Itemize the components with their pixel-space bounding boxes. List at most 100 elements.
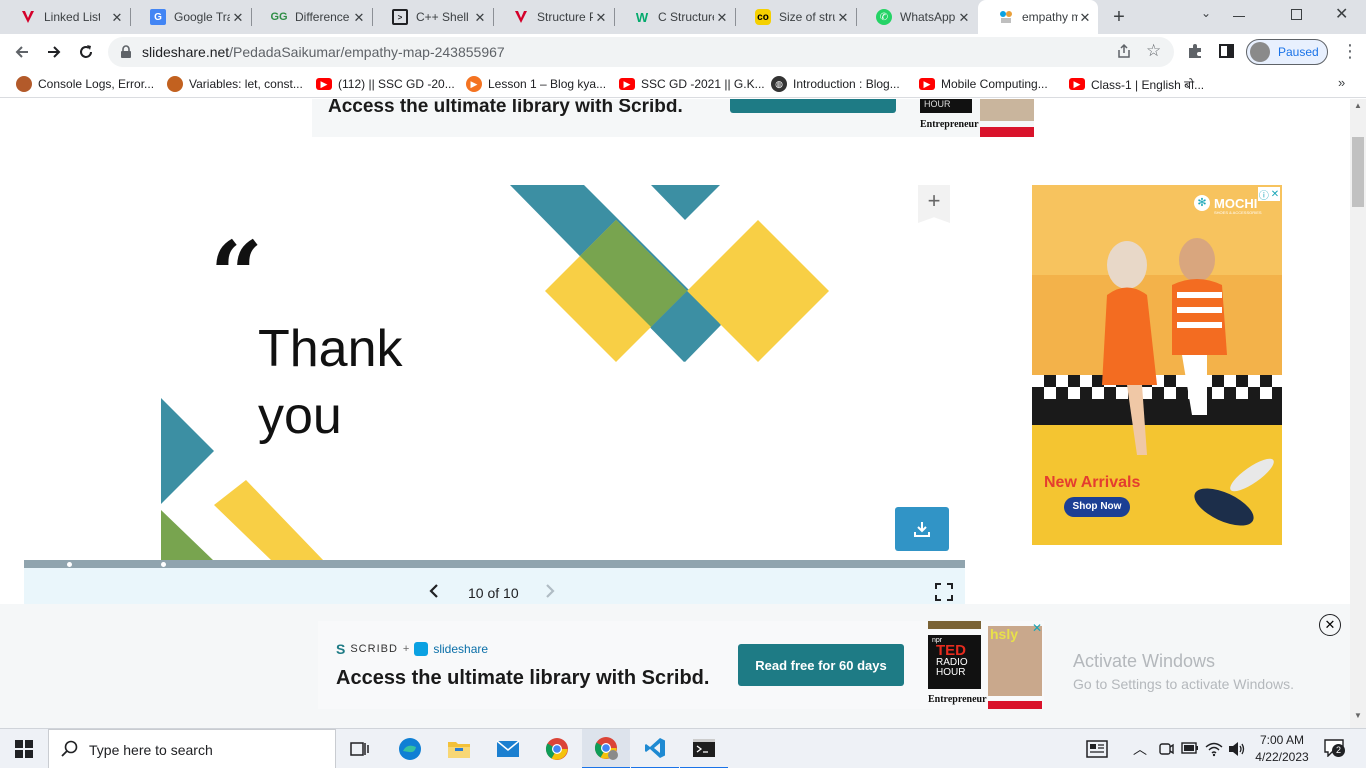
extensions-puzzle-icon[interactable] <box>1186 42 1204 65</box>
close-icon[interactable]: ✕ <box>594 10 608 26</box>
minimize-icon[interactable] <box>1233 16 1245 17</box>
bookmark-item[interactable]: Console Logs, Error... <box>16 70 154 98</box>
forward-arrow-icon[interactable] <box>40 38 68 66</box>
share-icon[interactable] <box>1116 43 1132 64</box>
next-slide-chevron-icon[interactable] <box>544 583 556 604</box>
tab-linked-list[interactable]: Linked List ✕ <box>0 0 131 34</box>
ad-shop-now-button[interactable]: Shop Now <box>1064 497 1130 517</box>
bookmark-item[interactable]: ◍ Introduction : Blog... <box>771 70 900 98</box>
chrome-profile-active-icon[interactable] <box>582 729 630 768</box>
ad-close-icon[interactable]: ✕ <box>1271 189 1279 200</box>
news-widget-icon[interactable] <box>1086 740 1108 763</box>
mochi-ad[interactable]: ✻ MOCHI SHOES & ACCESSORIES ⓘ ✕ New Arriv… <box>1032 185 1282 545</box>
new-tab-button[interactable]: + <box>1108 6 1130 28</box>
lock-icon[interactable] <box>120 45 132 64</box>
side-panel-icon[interactable] <box>1219 44 1234 58</box>
scroll-up-icon[interactable]: ▲ <box>1354 101 1362 110</box>
restore-icon[interactable] <box>1291 9 1302 20</box>
mail-icon[interactable] <box>484 729 532 768</box>
close-icon[interactable]: ✕ <box>231 10 245 26</box>
bookmarks-bar: Console Logs, Error... Variables: let, c… <box>0 70 1366 98</box>
tab-title: C++ Shell <box>416 10 469 24</box>
battery-icon[interactable] <box>1181 741 1199 760</box>
bookmark-star-icon[interactable]: ☆ <box>1146 41 1161 61</box>
read-free-button[interactable]: Read free for 60 days <box>738 644 904 686</box>
entrepreneur-cover: Entrepreneur <box>920 119 979 130</box>
tab-empathy-map[interactable]: empathy m ✕ <box>978 0 1098 34</box>
windows-start-icon[interactable] <box>0 729 48 768</box>
download-button[interactable] <box>895 507 949 551</box>
meet-now-icon[interactable] <box>1158 741 1174 762</box>
tab-search-chevron-icon[interactable]: ⌄ <box>1196 6 1216 26</box>
vscode-icon[interactable] <box>631 729 679 768</box>
youtube-icon: ▶ <box>316 78 332 90</box>
taskbar-search-box[interactable]: Type here to search <box>48 729 336 768</box>
slide-text-line1: Thank <box>258 320 403 378</box>
close-icon[interactable]: ✕ <box>1078 10 1092 26</box>
profile-button[interactable]: Paused <box>1246 39 1328 65</box>
close-icon[interactable]: ✕ <box>957 10 971 26</box>
scrollbar-thumb[interactable] <box>1352 137 1364 207</box>
tab-cpp-shell[interactable]: > C++ Shell ✕ <box>372 0 494 34</box>
tab-difference[interactable]: GG Difference ✕ <box>251 0 373 34</box>
bookmark-item[interactable]: ▶ (112) || SSC GD -20... <box>316 70 455 98</box>
tab-size-of-struct[interactable]: co Size of stru ✕ <box>735 0 857 34</box>
ad-info-icon[interactable]: ⓘ <box>1259 187 1269 202</box>
magazine-cover-red <box>980 127 1034 137</box>
tab-c-structure[interactable]: W C Structure ✕ <box>614 0 736 34</box>
youtube-icon: ▶ <box>919 78 935 90</box>
slide-text-line2: you <box>258 387 342 445</box>
scroll-down-icon[interactable]: ▼ <box>1354 711 1362 720</box>
sticky-close-icon[interactable]: ✕ <box>1319 614 1341 636</box>
bookmark-item[interactable]: ▶ Mobile Computing... <box>919 70 1048 98</box>
page-content: Access the ultimate library with Scribd.… <box>0 99 1350 728</box>
terminal-app-icon[interactable] <box>680 729 728 768</box>
bookmark-item[interactable]: Variables: let, const... <box>167 70 303 98</box>
whatsapp-icon: ✆ <box>876 9 892 25</box>
tab-structure[interactable]: Structure P ✕ <box>493 0 615 34</box>
banner-cta-button[interactable] <box>730 99 896 113</box>
file-explorer-icon[interactable] <box>435 729 483 768</box>
reload-icon[interactable] <box>72 38 100 66</box>
bookmark-item[interactable]: ▶ SSC GD -2021 || G.K... <box>619 70 765 98</box>
kebab-menu-icon[interactable]: ⋮ <box>1341 42 1359 60</box>
notification-badge: 2 <box>1332 744 1345 757</box>
profile-status: Paused <box>1278 45 1319 59</box>
task-view-icon[interactable] <box>336 729 384 768</box>
bookmark-item[interactable]: ▶ Lesson 1 – Blog kya... <box>466 70 606 98</box>
taskbar-clock[interactable]: 7:00 AM 4/22/2023 <box>1252 732 1312 766</box>
volume-icon[interactable] <box>1228 741 1246 762</box>
banner-close-icon[interactable]: ✕ <box>1032 621 1042 635</box>
url-text[interactable]: slideshare.net/PedadaSaikumar/empathy-ma… <box>142 44 505 60</box>
tray-chevron-up-icon[interactable]: ︿ <box>1133 739 1147 759</box>
tab-whatsapp[interactable]: ✆ WhatsApp ✕ <box>856 0 977 34</box>
ad-choices[interactable]: ⓘ ✕ <box>1258 187 1280 202</box>
close-icon[interactable]: ✕ <box>352 10 366 26</box>
back-arrow-icon[interactable] <box>8 38 36 66</box>
ad-brand: MOCHI <box>1214 196 1258 211</box>
magazine-cover-red <box>988 701 1042 709</box>
chrome-icon[interactable] <box>533 729 581 768</box>
bookmark-item[interactable]: ▶ Class-1 | English बो... <box>1069 70 1204 98</box>
page-scrollbar[interactable]: ▲ ▼ <box>1350 99 1366 728</box>
close-icon[interactable]: ✕ <box>836 10 850 26</box>
prev-slide-chevron-icon[interactable] <box>428 583 440 604</box>
bottom-scribd-banner[interactable]: S SCRIBD + slideshare Access the ultimat… <box>318 621 1044 709</box>
close-icon[interactable]: ✕ <box>715 10 729 26</box>
edge-icon[interactable] <box>386 729 434 768</box>
address-bar[interactable]: slideshare.net/PedadaSaikumar/empathy-ma… <box>108 37 1174 67</box>
tab-title: WhatsApp <box>900 10 956 24</box>
close-icon[interactable]: ✕ <box>110 10 124 26</box>
slide-progress-bar[interactable] <box>24 560 965 568</box>
tab-google-translate[interactable]: G Google Translate ✕ <box>130 0 252 34</box>
bookmarks-overflow-chevron-icon[interactable]: » <box>1338 75 1345 90</box>
window-close-icon[interactable]: ✕ <box>1335 4 1348 24</box>
ted-label: TED <box>936 642 966 659</box>
fullscreen-icon[interactable] <box>935 583 953 606</box>
wifi-icon[interactable] <box>1205 741 1223 762</box>
search-placeholder: Type here to search <box>89 742 213 758</box>
bookmark-label: Console Logs, Error... <box>38 77 155 91</box>
close-icon[interactable]: ✕ <box>473 10 487 26</box>
bookmark-label: Mobile Computing... <box>941 77 1048 91</box>
notification-center-icon[interactable]: 2 <box>1324 739 1345 762</box>
